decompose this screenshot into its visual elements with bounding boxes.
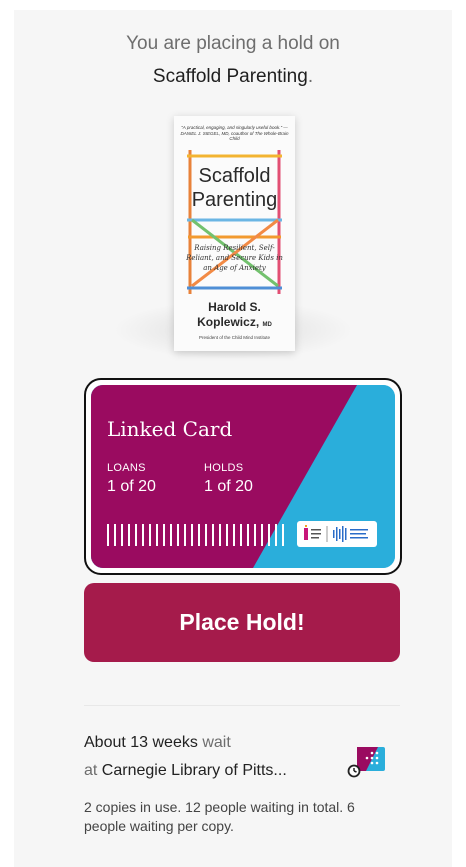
wait-estimate: About 13 weeks wait xyxy=(84,734,231,752)
wait-estimate-value: About 13 weeks xyxy=(84,734,198,751)
library-name: Carnegie Library of Pitts... xyxy=(101,762,287,779)
wait-estimate-suffix: wait xyxy=(202,734,231,751)
cover-title: Scaffold Parenting xyxy=(174,164,295,212)
book-cover[interactable]: "A practical, engaging, and singularly u… xyxy=(174,116,295,351)
linked-card-frame[interactable]: Linked Card LOANS 1 of 20 HOLDS 1 of 20 xyxy=(84,378,402,575)
cover-author-line2: Koplewicz, MD xyxy=(174,315,295,333)
loans-value: 1 of 20 xyxy=(107,478,156,495)
loans-label: LOANS xyxy=(107,462,146,474)
holds-value: 1 of 20 xyxy=(204,478,253,495)
cover-quote: "A practical, engaging, and singularly u… xyxy=(180,125,289,141)
loans-stat: LOANS 1 of 20 xyxy=(107,462,156,496)
book-title: Scaffold Parenting xyxy=(152,66,308,87)
card-barcode xyxy=(107,524,284,546)
holds-stat: HOLDS 1 of 20 xyxy=(204,462,253,496)
library-hold-badge-icon[interactable] xyxy=(346,742,390,782)
cover-author-surname: Koplewicz, xyxy=(197,315,260,329)
linked-card[interactable]: Linked Card LOANS 1 of 20 HOLDS 1 of 20 xyxy=(91,385,395,568)
cover-subtitle: Raising Resilient, Self-Reliant, and Sec… xyxy=(186,244,283,272)
wait-library[interactable]: at Carnegie Library of Pitts... xyxy=(84,762,287,780)
hold-intro: You are placing a hold on Scaffold Paren… xyxy=(14,32,452,89)
library-logo-icon xyxy=(304,525,368,542)
cover-author: Harold S. Koplewicz, MD xyxy=(174,300,295,333)
wait-at-prefix: at xyxy=(84,762,98,779)
cover-title-line1: Scaffold xyxy=(198,165,271,187)
card-name: Linked Card xyxy=(107,417,233,441)
title-period: . xyxy=(307,66,314,87)
section-divider xyxy=(84,705,400,706)
copies-info: 2 copies in use. 12 people waiting in to… xyxy=(84,799,355,834)
hold-intro-text: You are placing a hold on xyxy=(126,33,340,54)
cover-title-line2: Parenting xyxy=(191,189,278,211)
book-title-line: Scaffold Parenting. xyxy=(14,65,452,89)
cover-institution: President of the Child Mind Institute xyxy=(198,335,271,340)
hold-sheet: You are placing a hold on Scaffold Paren… xyxy=(14,10,452,867)
holds-label: HOLDS xyxy=(204,462,244,474)
cover-author-suffix: MD xyxy=(262,322,272,328)
cover-author-line1: Harold S. xyxy=(208,300,261,314)
place-hold-button[interactable]: Place Hold! xyxy=(84,583,400,662)
library-logo xyxy=(297,521,377,547)
